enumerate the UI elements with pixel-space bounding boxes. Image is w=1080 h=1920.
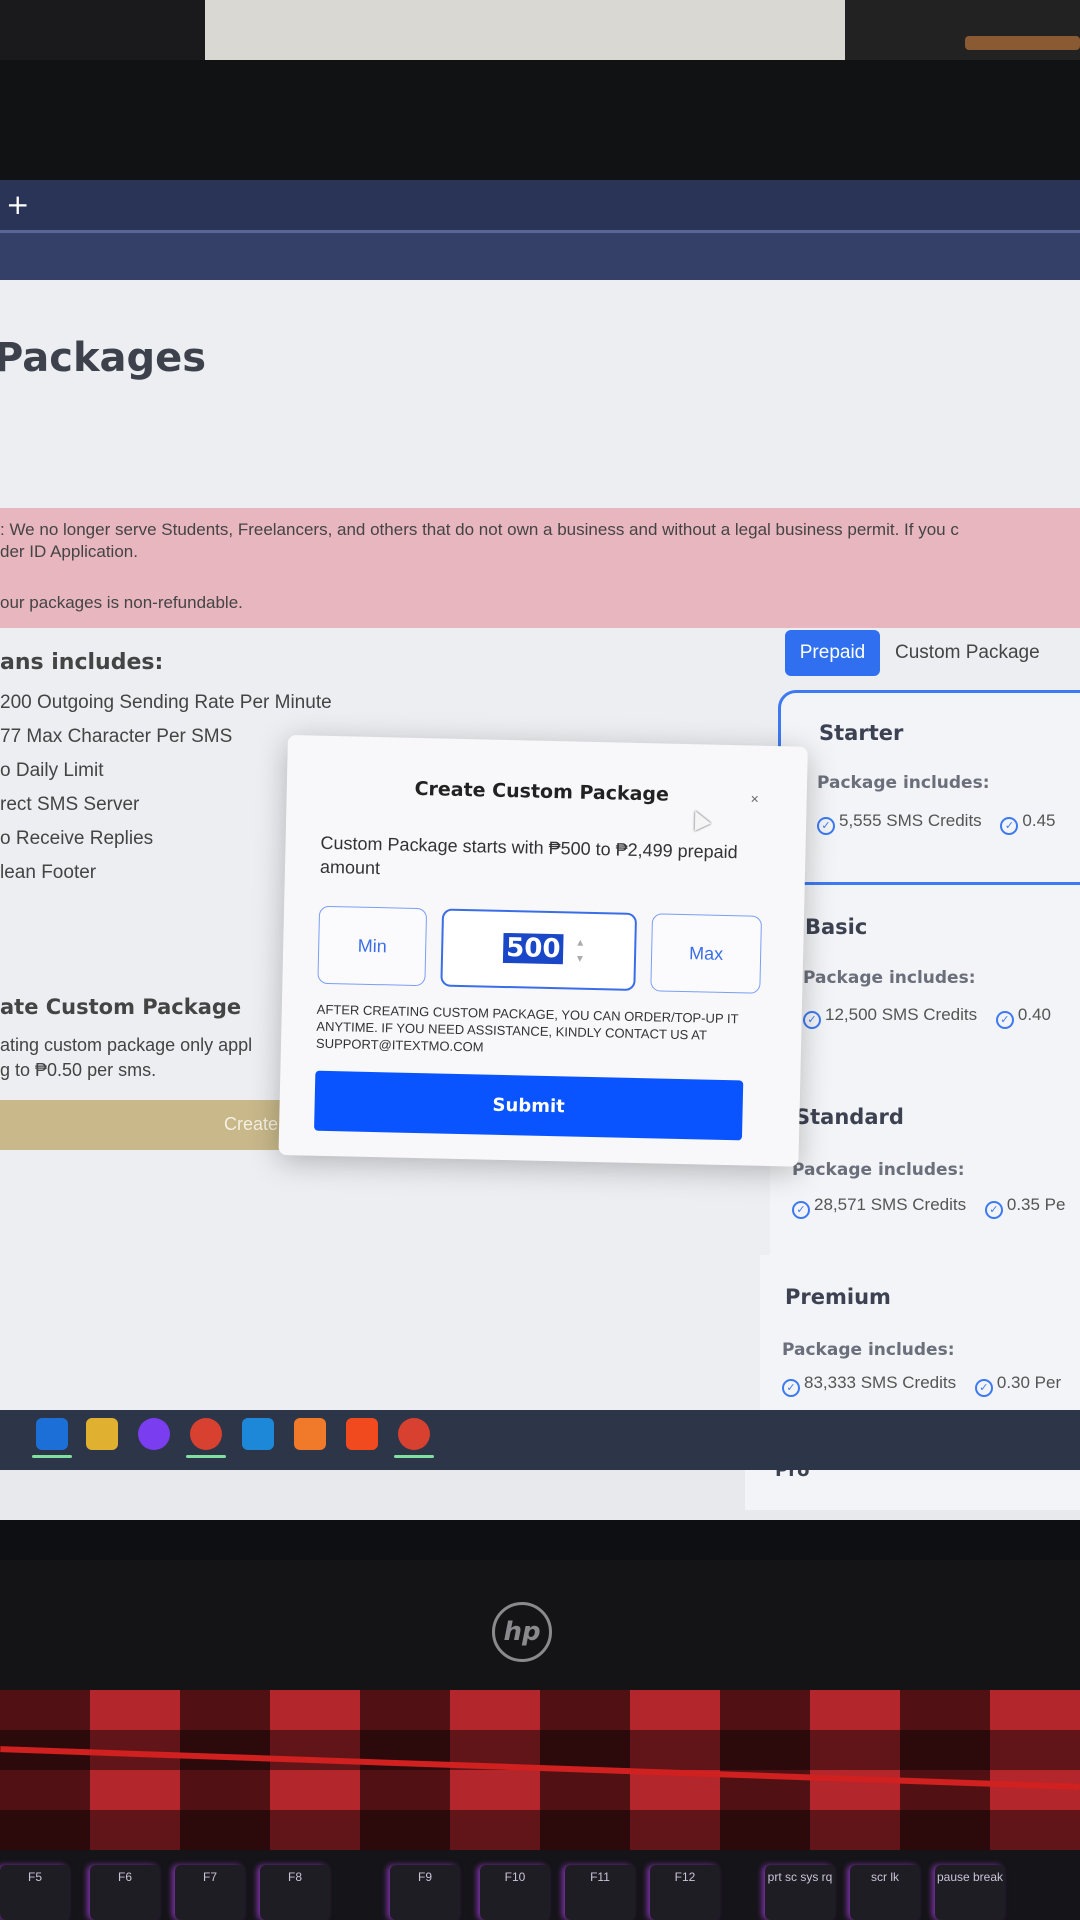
package-features: ✓ 83,333 SMS Credits ✓ 0.30 Per: [782, 1373, 1061, 1397]
package-credits: 28,571 SMS Credits: [814, 1195, 967, 1214]
check-circle-icon: ✓: [1000, 817, 1019, 835]
key-scr-lk[interactable]: scr lk: [850, 1865, 920, 1920]
new-tab-button[interactable]: +: [6, 188, 29, 221]
package-features: ✓ 12,500 SMS Credits ✓ 0.40: [803, 1005, 1051, 1029]
package-rate: 0.45: [1022, 811, 1056, 830]
check-circle-icon: ✓: [984, 1201, 1003, 1219]
plan-item: rect SMS Server: [0, 794, 140, 815]
package-name: Premium: [785, 1285, 891, 1309]
browser-profile-icon[interactable]: [138, 1418, 170, 1450]
custom-package-text: g to ₱0.50 per sms.: [0, 1060, 157, 1080]
key-f10[interactable]: F10: [480, 1865, 550, 1920]
key-pause[interactable]: pause break: [935, 1865, 1005, 1920]
notice-line: our packages is non-refundable.: [0, 593, 243, 612]
package-includes-label: Package includes:: [782, 1340, 955, 1360]
package-features: ✓ 5,555 SMS Credits ✓ 0.45: [817, 811, 1056, 835]
package-rate: 0.35 Pe: [1006, 1195, 1066, 1214]
key-prt-sc[interactable]: prt sc sys rq: [765, 1865, 835, 1920]
key-f8[interactable]: F8: [260, 1865, 330, 1920]
monitor-bezel: [0, 60, 1080, 180]
plan-item: 77 Max Character Per SMS: [0, 726, 233, 747]
plan-item: lean Footer: [0, 862, 97, 883]
amount-value: 500: [502, 932, 564, 965]
package-name: Starter: [819, 721, 904, 745]
package-includes-label: Package includes:: [803, 968, 976, 988]
plans-heading: ans includes:: [0, 650, 164, 675]
check-circle-icon: ✓: [995, 1011, 1014, 1029]
package-name: Standard: [795, 1105, 904, 1129]
notice-line: der ID Application.: [0, 542, 138, 561]
check-circle-icon: ✓: [974, 1379, 993, 1397]
page-title: Packages: [0, 335, 207, 381]
key-f7[interactable]: F7: [175, 1865, 245, 1920]
check-circle-icon: ✓: [792, 1201, 810, 1219]
key-f11[interactable]: F11: [565, 1865, 635, 1920]
browser-tab-bar: +: [0, 180, 1080, 230]
create-button[interactable]: Create: [0, 1100, 300, 1150]
submit-button[interactable]: Submit: [314, 1070, 744, 1141]
xampp-icon[interactable]: [294, 1418, 326, 1450]
package-name: Basic: [805, 915, 868, 939]
check-circle-icon: ✓: [803, 1011, 821, 1029]
spinner-arrows-icon[interactable]: ▲ ▼: [575, 936, 586, 968]
package-card-standard[interactable]: Standard Package includes: ✓ 28,571 SMS C…: [770, 1075, 1080, 1255]
package-includes-label: Package includes:: [817, 773, 990, 793]
notice-line: : We no longer serve Students, Freelance…: [0, 520, 959, 539]
laptop-screen: + Packages : We no longer serve Students…: [0, 180, 1080, 1520]
plan-item: o Daily Limit: [0, 760, 104, 781]
assistance-note: After creating custom package, you can o…: [315, 1001, 739, 1055]
file-explorer-icon[interactable]: [86, 1418, 118, 1450]
chrome-icon[interactable]: [398, 1418, 430, 1450]
create-custom-package-modal: Create Custom Package × Custom Package s…: [278, 735, 808, 1167]
brave-icon[interactable]: [346, 1418, 378, 1450]
amount-input[interactable]: 500 ▲ ▼: [440, 908, 638, 991]
plan-item: o Receive Replies: [0, 828, 154, 849]
chrome-icon[interactable]: [190, 1418, 222, 1450]
package-card-starter[interactable]: Starter Package includes: ✓ 5,555 SMS Cre…: [778, 690, 1080, 885]
key-f12[interactable]: F12: [650, 1865, 720, 1920]
package-card-basic[interactable]: Basic Package includes: ✓ 12,500 SMS Cred…: [775, 885, 1080, 1075]
hp-logo: hp: [492, 1602, 552, 1662]
custom-package-heading: ate Custom Package: [0, 995, 242, 1019]
tab-prepaid[interactable]: Prepaid: [785, 630, 880, 676]
package-features: ✓ 28,571 SMS Credits ✓ 0.35 Pe: [792, 1195, 1065, 1219]
modal-description: Custom Package starts with ₱500 to ₱2,49…: [319, 832, 738, 879]
active-indicator: [186, 1455, 226, 1458]
custom-package-text: ating custom package only appl: [0, 1035, 253, 1055]
close-icon[interactable]: ×: [739, 783, 770, 814]
package-rate: 0.40: [1017, 1005, 1051, 1024]
check-circle-icon: ✓: [782, 1379, 800, 1397]
browser-toolbar: [0, 230, 1080, 280]
key-f5[interactable]: F5: [0, 1865, 70, 1920]
plan-item: 200 Outgoing Sending Rate Per Minute: [0, 692, 332, 713]
package-credits: 5,555 SMS Credits: [839, 811, 982, 830]
key-f6[interactable]: F6: [90, 1865, 160, 1920]
min-button[interactable]: Min: [317, 905, 428, 987]
max-button[interactable]: Max: [650, 913, 763, 994]
outlook-icon[interactable]: [36, 1418, 68, 1450]
package-credits: 12,500 SMS Credits: [825, 1005, 978, 1024]
create-button-label: Create: [224, 1114, 279, 1134]
package-credits: 83,333 SMS Credits: [804, 1373, 957, 1392]
modal-title: Create Custom Package: [414, 777, 670, 806]
package-rate: 0.30 Per: [996, 1373, 1062, 1392]
active-indicator: [32, 1455, 72, 1458]
active-indicator: [394, 1455, 434, 1458]
package-includes-label: Package includes:: [792, 1160, 965, 1180]
vscode-icon[interactable]: [242, 1418, 274, 1450]
key-f9[interactable]: F9: [390, 1865, 460, 1920]
notice-banner: : We no longer serve Students, Freelance…: [0, 508, 1080, 628]
tab-custom-package[interactable]: Custom Package: [895, 642, 1040, 664]
check-circle-icon: ✓: [817, 817, 835, 835]
